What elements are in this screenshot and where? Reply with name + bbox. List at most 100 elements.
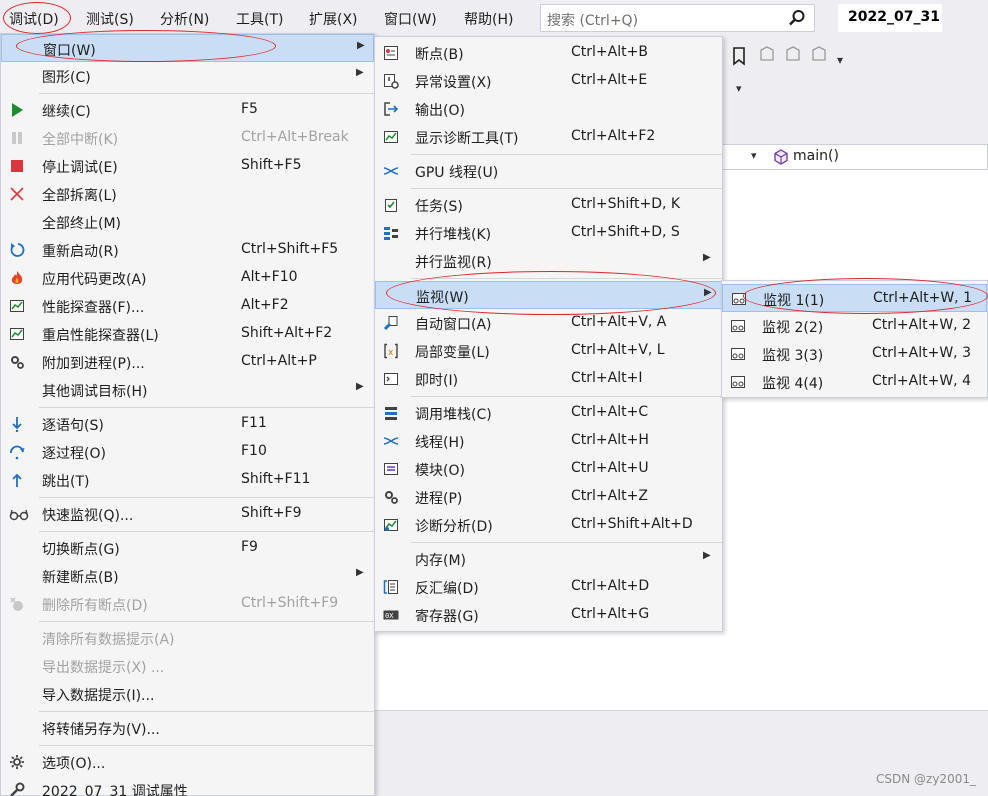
debug-menu-item-step-out[interactable]: 跳出(T) Shift+F11 (1, 466, 374, 494)
debug-menu-item-continue[interactable]: 继续(C) F5 (1, 96, 374, 124)
debug-menu-item-graphics[interactable]: 图形(C) ▶ (1, 62, 374, 90)
window-item-registers[interactable]: 0X 寄存器(G) Ctrl+Alt+G (375, 601, 722, 629)
debug-menu-item-step-over[interactable]: 逐过程(O) F10 (1, 438, 374, 466)
dropdown-arrow[interactable]: ▾ (728, 78, 752, 102)
window-item-tasks[interactable]: 任务(S) Ctrl+Shift+D, K (375, 191, 722, 219)
watch-icon (731, 376, 745, 388)
window-item-memory[interactable]: 内存(M) ▶ (375, 545, 722, 573)
menu-extensions[interactable]: 扩展(X) (309, 9, 358, 29)
debug-menu-item-apply-code-changes[interactable]: 应用代码更改(A) Alt+F10 (1, 264, 374, 292)
menu-item-label: 监视 1(1) (763, 293, 825, 309)
debug-menu-item-delete-all-breakpoints[interactable]: 删除所有断点(D) Ctrl+Shift+F9 (1, 590, 374, 618)
debug-menu-item-save-dump[interactable]: 将转储另存为(V)... (1, 714, 374, 742)
menu-item-label: 自动窗口(A) (415, 317, 492, 333)
menu-item-label: 监视 3(3) (762, 348, 824, 364)
menu-test[interactable]: 测试(S) (86, 9, 134, 29)
window-item-breakpoints[interactable]: 断点(B) Ctrl+Alt+B (375, 39, 722, 67)
debug-menu-item-debug-properties[interactable]: 2022_07_31 调试属性 (1, 776, 374, 796)
menu-item-shortcut: Ctrl+Alt+W, 2 (872, 317, 971, 333)
menu-item-label: 导出数据提示(X) ... (42, 660, 165, 676)
menu-item-shortcut: Ctrl+Shift+D, K (571, 196, 681, 212)
debug-menu-item-window[interactable]: 窗口(W) ▶ (1, 34, 374, 62)
debug-menu-item-profiler[interactable]: 性能探查器(F)... Alt+F2 (1, 292, 374, 320)
window-item-immediate[interactable]: 即时(I) Ctrl+Alt+I (375, 365, 722, 393)
menu-item-shortcut: Ctrl+Alt+U (571, 460, 649, 476)
window-item-disassembly[interactable]: 反汇编(D) Ctrl+Alt+D (375, 573, 722, 601)
debug-menu-item-toggle-breakpoint[interactable]: 切换断点(G) F9 (1, 534, 374, 562)
window-item-threads[interactable]: 线程(H) Ctrl+Alt+H (375, 427, 722, 455)
navigation-bar[interactable]: ▾ main() (722, 144, 988, 170)
separator (39, 93, 374, 94)
window-item-call-stack[interactable]: 调用堆栈(C) Ctrl+Alt+C (375, 399, 722, 427)
window-item-watch[interactable]: 监视(W) ▶ (375, 281, 722, 309)
disassembly-icon (383, 580, 398, 594)
menu-item-shortcut: Shift+Alt+F2 (241, 325, 333, 341)
menu-help[interactable]: 帮助(H) (464, 9, 513, 29)
registers-icon: 0X (383, 610, 399, 620)
window-item-processes[interactable]: 进程(P) Ctrl+Alt+Z (375, 483, 722, 511)
window-item-exception-settings[interactable]: 异常设置(X) Ctrl+Alt+E (375, 67, 722, 95)
menu-item-shortcut: Ctrl+Shift+D, S (571, 224, 680, 240)
window-item-diagnostic-analysis[interactable]: 诊断分析(D) Ctrl+Shift+Alt+D (375, 511, 722, 539)
debug-menu-item-terminate-all[interactable]: 全部终止(M) (1, 208, 374, 236)
window-item-diagnostic-tools[interactable]: 显示诊断工具(T) Ctrl+Alt+F2 (375, 123, 722, 151)
search-box[interactable]: 搜索 (Ctrl+Q) (540, 4, 815, 32)
restart-icon (10, 243, 25, 257)
separator (411, 542, 722, 543)
menu-window[interactable]: 窗口(W) (384, 9, 437, 29)
menu-tools[interactable]: 工具(T) (236, 9, 283, 29)
watch-item-4[interactable]: 监视 4(4) Ctrl+Alt+W, 4 (722, 368, 987, 396)
submenu-arrow-icon: ▶ (356, 381, 364, 392)
debug-menu-item-clear-datatips[interactable]: 清除所有数据提示(A) (1, 624, 374, 652)
debug-menu-item-options[interactable]: 选项(O)... (1, 748, 374, 776)
pause-icon (12, 132, 22, 144)
debug-menu-item-stop[interactable]: 停止调试(E) Shift+F5 (1, 152, 374, 180)
window-item-output[interactable]: 输出(O) (375, 95, 722, 123)
debug-menu-item-restart-profiler[interactable]: 重启性能探查器(L) Shift+Alt+F2 (1, 320, 374, 348)
debug-menu-item-break-all[interactable]: 全部中断(K) Ctrl+Alt+Break (1, 124, 374, 152)
chevron-down-icon: ▾ (751, 149, 757, 162)
separator (39, 531, 374, 532)
separator (411, 188, 722, 189)
window-item-autos[interactable]: 自动窗口(A) Ctrl+Alt+V, A (375, 309, 722, 337)
menu-item-shortcut: Shift+F5 (241, 157, 302, 173)
menu-debug[interactable]: 调试(D) (9, 9, 59, 29)
debug-menu-item-detach-all[interactable]: 全部拆离(L) (1, 180, 374, 208)
menubar: 调试(D) 测试(S) 分析(N) 工具(T) 扩展(X) 窗口(W) 帮助(H… (0, 0, 988, 36)
debug-menu-item-other-targets[interactable]: 其他调试目标(H) ▶ (1, 376, 374, 404)
debug-menu-item-restart[interactable]: 重新启动(R) Ctrl+Shift+F5 (1, 236, 374, 264)
immediate-icon (384, 373, 398, 385)
debug-menu-item-export-datatips[interactable]: 导出数据提示(X) ... (1, 652, 374, 680)
threads-icon (383, 437, 399, 445)
menu-item-shortcut: Ctrl+Alt+D (571, 578, 650, 594)
menu-item-label: 切换断点(G) (42, 542, 120, 558)
bookmark-icons[interactable]: ▾ (725, 42, 865, 72)
watch-item-1[interactable]: 监视 1(1) Ctrl+Alt+W, 1 (722, 284, 987, 312)
window-item-gpu-threads[interactable]: GPU 线程(U) (375, 157, 722, 185)
debug-menu-item-attach-to-process[interactable]: 附加到进程(P)... Ctrl+Alt+P (1, 348, 374, 376)
watch-item-3[interactable]: 监视 3(3) Ctrl+Alt+W, 3 (722, 340, 987, 368)
menu-item-label: 选项(O)... (42, 756, 106, 772)
window-item-parallel-watch[interactable]: 并行监视(R) ▶ (375, 247, 722, 275)
parallel-stacks-icon (384, 227, 398, 240)
window-item-modules[interactable]: 模块(O) Ctrl+Alt+U (375, 455, 722, 483)
window-item-locals[interactable]: x 局部变量(L) Ctrl+Alt+V, L (375, 337, 722, 365)
menu-item-label: 输出(O) (415, 103, 465, 119)
window-item-parallel-stacks[interactable]: 并行堆栈(K) Ctrl+Shift+D, S (375, 219, 722, 247)
gear-icon (10, 755, 24, 769)
debug-menu-item-new-breakpoint[interactable]: 新建断点(B) ▶ (1, 562, 374, 590)
debug-menu-item-quick-watch[interactable]: 快速监视(Q)... Shift+F9 (1, 500, 374, 528)
watch-item-2[interactable]: 监视 2(2) Ctrl+Alt+W, 2 (722, 312, 987, 340)
menu-item-shortcut: F5 (241, 101, 258, 117)
debug-menu-item-step-into[interactable]: 逐语句(S) F11 (1, 410, 374, 438)
menu-item-shortcut: Alt+F2 (241, 297, 289, 313)
separator (411, 278, 722, 279)
svg-text:x: x (388, 348, 394, 358)
menu-item-shortcut: F9 (241, 539, 258, 555)
debug-menu-item-import-datatips[interactable]: 导入数据提示(I)... (1, 680, 374, 708)
menu-item-label: 异常设置(X) (415, 75, 492, 91)
watch-icon (732, 293, 746, 305)
menu-analyze[interactable]: 分析(N) (160, 9, 209, 29)
menu-item-label: 删除所有断点(D) (42, 598, 148, 614)
watch-submenu: 监视 1(1) Ctrl+Alt+W, 1 监视 2(2) Ctrl+Alt+W, … (721, 280, 988, 398)
